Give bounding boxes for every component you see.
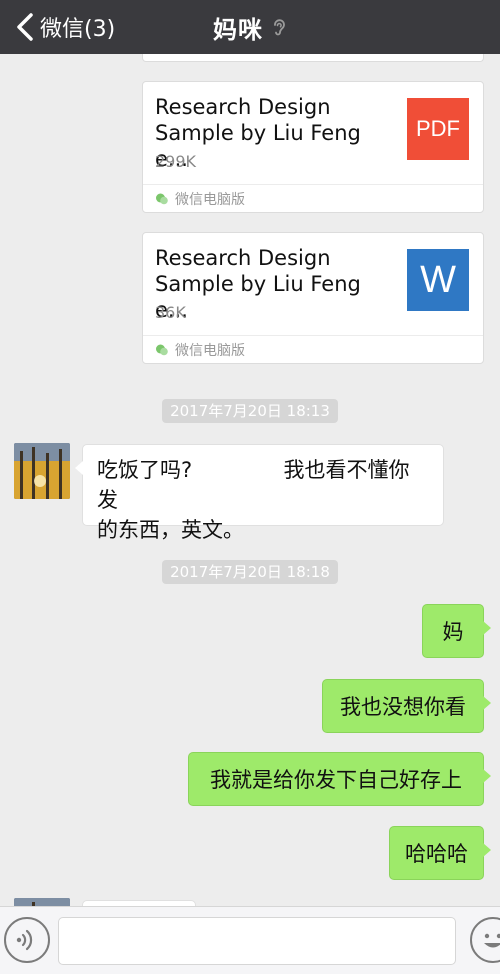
file-source: 微信电脑版 <box>175 191 245 208</box>
voice-button[interactable] <box>4 917 50 963</box>
input-bar <box>0 906 500 974</box>
incoming-message[interactable]: 吃饭了吗? 我也看不懂你发 的东西，英文。 <box>75 444 444 542</box>
message-line-1: 吃饭了吗? 我也看不懂你发 <box>97 455 429 515</box>
bubble-tail <box>483 843 491 857</box>
message-text: 哈哈哈 <box>405 842 468 866</box>
avatar-photo <box>14 443 70 499</box>
contact-avatar[interactable] <box>14 443 70 499</box>
file-name: Research Design Sample by Liu Feng e... <box>155 246 361 322</box>
pdf-file-icon: PDF <box>407 98 469 160</box>
message-text: 吃饭了吗? <box>97 458 193 482</box>
message-input[interactable] <box>58 917 456 965</box>
ear-icon <box>274 19 285 36</box>
emoji-button[interactable] <box>470 917 500 963</box>
timestamp-label: 2017年7月20日 18:13 <box>162 399 338 423</box>
timestamp: 2017年7月20日 18:13 <box>0 399 500 423</box>
timestamp: 2017年7月20日 18:18 <box>0 560 500 584</box>
file-message-pdf[interactable]: Research Design Sample by Liu Feng e... … <box>142 81 484 213</box>
file-source: 微信电脑版 <box>175 342 245 359</box>
message-text: 我也没想你看 <box>340 695 466 719</box>
outgoing-message[interactable]: 我也没想你看 <box>322 679 491 733</box>
file-size: 299K <box>155 152 197 171</box>
back-label: 微信(3) <box>40 17 116 42</box>
outgoing-message[interactable]: 妈 <box>422 604 491 658</box>
message-line-2: 的东西，英文。 <box>97 518 244 542</box>
file-footer: 微信电脑版 <box>143 184 483 212</box>
file-message-word[interactable]: Research Design Sample by Liu Feng e... … <box>142 232 484 364</box>
message-text: 妈 <box>442 620 464 644</box>
file-footer: 微信电脑版 <box>143 335 483 363</box>
voice-icon <box>16 929 33 951</box>
timestamp-label: 2017年7月20日 18:18 <box>162 560 338 584</box>
bubble-tail <box>75 461 83 475</box>
outgoing-message[interactable]: 哈哈哈 <box>389 826 491 880</box>
chevron-left-icon <box>17 13 33 41</box>
emoji-icon <box>484 933 500 948</box>
word-file-icon: W <box>407 249 469 311</box>
bubble-tail <box>483 621 491 635</box>
wechat-icon <box>156 193 168 204</box>
nav-header: 微信(3) 妈咪 <box>0 0 500 54</box>
outgoing-message[interactable]: 我就是给你发下自己好存上 <box>188 752 491 806</box>
file-size: 36K <box>155 303 186 322</box>
message-text: 我就是给你发下自己好存上 <box>210 768 462 792</box>
bubble-tail <box>483 769 491 783</box>
bubble-tail <box>483 696 491 710</box>
wechat-icon <box>156 344 168 355</box>
back-button[interactable]: 微信(3) <box>14 0 115 54</box>
previous-card-edge <box>142 54 484 62</box>
chat-title: 妈咪 <box>213 15 263 44</box>
